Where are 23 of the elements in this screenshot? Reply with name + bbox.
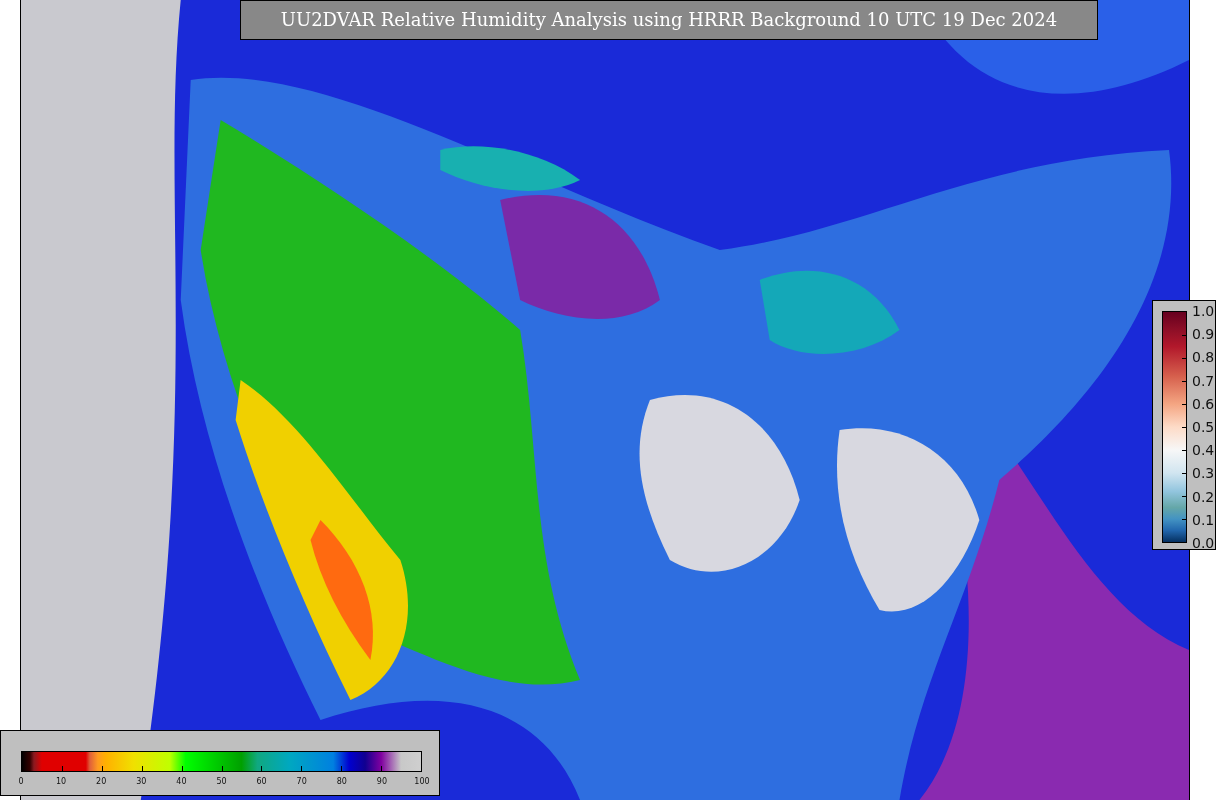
colorbar-tick-label: 0.9 <box>1192 327 1215 342</box>
colorbar-tick-label: 100 <box>414 777 430 787</box>
colorbar-tick-label: 0 <box>18 777 24 787</box>
colorbar-tick-label: 0.2 <box>1192 489 1215 504</box>
colorbar-tick-label: 30 <box>136 777 147 787</box>
map-title: UU2DVAR Relative Humidity Analysis using HRRR Background 10 UTC 19 Dec 2024 <box>240 0 1098 40</box>
colorbar-tick-label: 0.8 <box>1192 350 1215 365</box>
colorbar-tick-label: 0.6 <box>1192 396 1215 411</box>
colorbar-tick-label: 90 <box>376 777 387 787</box>
colorbar-tick-label: 0.4 <box>1192 443 1215 458</box>
colorbar-tick-label: 0.5 <box>1192 420 1215 434</box>
colorbar-tick-label: 1.0 <box>1192 304 1215 318</box>
colorbar-tick-label: 20 <box>96 777 107 787</box>
colorbar-tick-label: 70 <box>296 777 307 787</box>
colorbar-tick-label: 10 <box>56 777 67 787</box>
colorbar-tick-label: 60 <box>256 777 267 787</box>
colorbar-tick-label: 50 <box>216 777 227 787</box>
colorbar-tick-label: 0.1 <box>1192 512 1215 527</box>
colorbar-tick-label: 40 <box>176 777 187 787</box>
colorbar-tick-label: 80 <box>336 777 347 787</box>
colorbar-tick-label: 0.3 <box>1192 466 1215 481</box>
colorbar-tick-label: 0.0 <box>1192 536 1215 550</box>
colorbar-tick-label: 0.7 <box>1192 373 1215 388</box>
